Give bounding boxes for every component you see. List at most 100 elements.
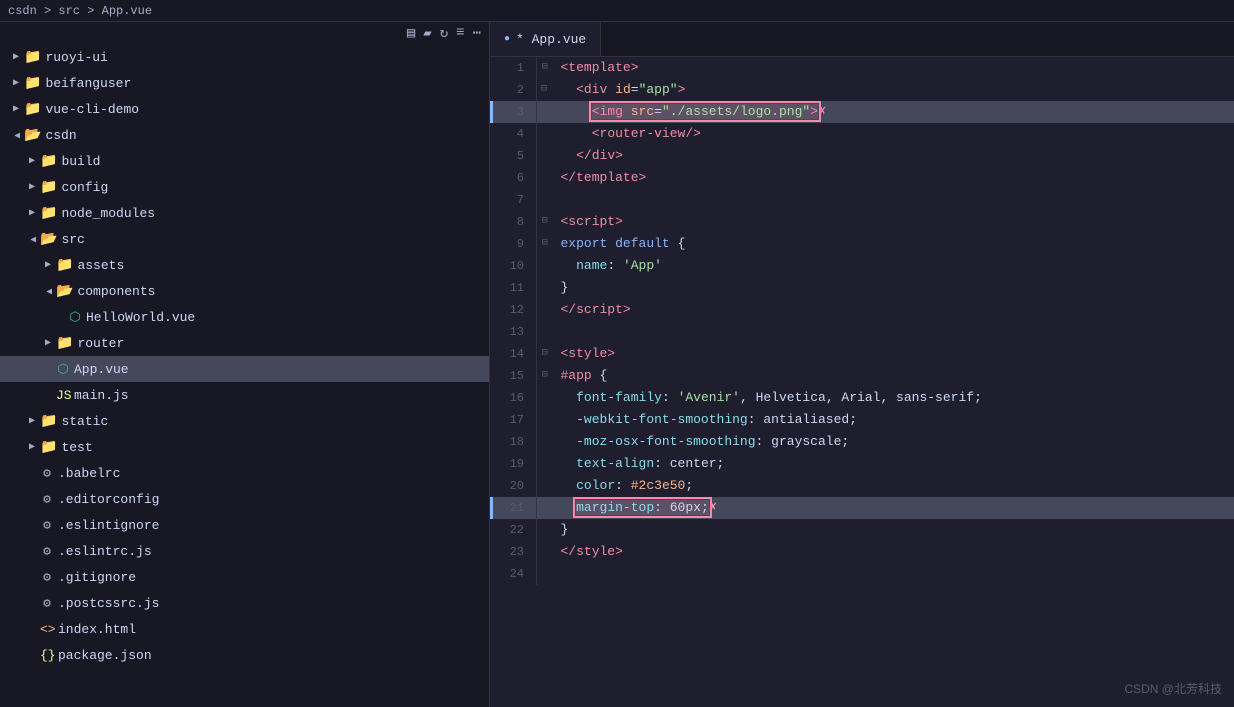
tree-item-ruoyi-ui[interactable]: ▶ 📁 ruoyi-ui xyxy=(0,44,489,70)
tree-label: static xyxy=(61,414,108,429)
fold-icon[interactable]: ⊟ xyxy=(537,211,553,233)
tree-item-eslintrc[interactable]: ⚙ .eslintrc.js xyxy=(0,538,489,564)
new-file-icon[interactable]: ▤ xyxy=(405,24,417,43)
tab-app-vue[interactable]: ● * App.vue xyxy=(490,22,601,56)
tree-item-src[interactable]: ▼ 📂 src xyxy=(0,226,489,252)
config-file-icon: ⚙ xyxy=(40,492,54,507)
line-number: 3 xyxy=(492,101,537,123)
fold-icon xyxy=(537,519,553,541)
line-content: </div> xyxy=(553,145,1234,167)
code-line-4: 4 <router-view/> xyxy=(492,123,1234,145)
folder-icon: 📁 xyxy=(24,101,41,118)
tree-label: .eslintrc.js xyxy=(58,544,152,559)
code-line-6: 6 </template> xyxy=(492,167,1234,189)
line-content: <img src="./assets/logo.png">✗ xyxy=(553,101,1234,123)
fold-icon xyxy=(537,321,553,343)
config-file-icon: ⚙ xyxy=(40,544,54,559)
code-line-21: 21 margin-top: 60px;✗ xyxy=(492,497,1234,519)
config-file-icon: ⚙ xyxy=(40,570,54,585)
line-number: 6 xyxy=(492,167,537,189)
tree-label: ruoyi-ui xyxy=(45,50,107,65)
arrow-icon: ▼ xyxy=(27,231,38,247)
line-content: -webkit-font-smoothing: antialiased; xyxy=(553,409,1234,431)
code-line-15: 15 ⊟ #app { xyxy=(492,365,1234,387)
arrow-icon: ▶ xyxy=(8,103,24,115)
line-content: font-family: 'Avenir', Helvetica, Arial,… xyxy=(553,387,1234,409)
line-number: 10 xyxy=(492,255,537,277)
tree-item-beifanguser[interactable]: ▶ 📁 beifanguser xyxy=(0,70,489,96)
fold-icon xyxy=(537,475,553,497)
tree-label: node_modules xyxy=(61,206,155,221)
tree-item-eslintignore[interactable]: ⚙ .eslintignore xyxy=(0,512,489,538)
arrow-icon: ▼ xyxy=(11,127,22,143)
main-layout: ▤ ▰ ↻ ≡ ⋯ ▶ 📁 ruoyi-ui ▶ 📁 beifanguser ▶… xyxy=(0,22,1234,707)
tree-item-gitignore[interactable]: ⚙ .gitignore xyxy=(0,564,489,590)
tree-item-config[interactable]: ▶ 📁 config xyxy=(0,174,489,200)
code-line-3: 3 <img src="./assets/logo.png">✗ xyxy=(492,101,1234,123)
line-content: <script> xyxy=(553,211,1234,233)
new-folder-icon[interactable]: ▰ xyxy=(421,24,433,43)
code-line-5: 5 </div> xyxy=(492,145,1234,167)
tree-item-index-html[interactable]: <> index.html xyxy=(0,616,489,642)
config-file-icon: ⚙ xyxy=(40,518,54,533)
refresh-icon[interactable]: ↻ xyxy=(438,24,450,43)
line-number: 5 xyxy=(492,145,537,167)
tree-label: test xyxy=(61,440,92,455)
tree-item-vue-cli-demo[interactable]: ▶ 📁 vue-cli-demo xyxy=(0,96,489,122)
cross-annotation-2: ✗ xyxy=(709,500,717,516)
line-content: export default { xyxy=(553,233,1234,255)
line-content: </style> xyxy=(553,541,1234,563)
tree-label: index.html xyxy=(58,622,136,637)
arrow-icon: ▼ xyxy=(43,283,54,299)
tree-item-router[interactable]: ▶ 📁 router xyxy=(0,330,489,356)
line-number: 18 xyxy=(492,431,537,453)
tree-item-static[interactable]: ▶ 📁 static xyxy=(0,408,489,434)
line-number: 2 xyxy=(492,79,537,101)
code-line-14: 14 ⊟ <style> xyxy=(492,343,1234,365)
fold-icon[interactable]: ⊟ xyxy=(537,57,553,79)
code-editor[interactable]: 1 ⊟ <template> 2 ⊟ <div id="app"> 3 xyxy=(490,57,1234,707)
tree-item-test[interactable]: ▶ 📁 test xyxy=(0,434,489,460)
arrow-icon: ▶ xyxy=(24,415,40,427)
tree-item-package-json[interactable]: {} package.json xyxy=(0,642,489,668)
tab-label: * App.vue xyxy=(516,32,586,47)
collapse-icon[interactable]: ≡ xyxy=(454,24,466,42)
tree-item-postcssrc[interactable]: ⚙ .postcssrc.js xyxy=(0,590,489,616)
folder-icon: 📁 xyxy=(24,75,41,92)
vue-file-icon: ⬡ xyxy=(68,310,82,325)
tree-item-csdn[interactable]: ▼ 📂 csdn xyxy=(0,122,489,148)
tree-item-helloworld[interactable]: ⬡ HelloWorld.vue xyxy=(0,304,489,330)
more-icon[interactable]: ⋯ xyxy=(471,24,483,43)
line-content xyxy=(553,189,1234,211)
tab-bar: ● * App.vue xyxy=(490,22,1234,57)
fold-icon[interactable]: ⊟ xyxy=(537,365,553,387)
tree-item-assets[interactable]: ▶ 📁 assets xyxy=(0,252,489,278)
fold-icon xyxy=(537,387,553,409)
line-content: } xyxy=(553,277,1234,299)
line-number: 1 xyxy=(492,57,537,79)
fold-icon[interactable]: ⊟ xyxy=(537,233,553,255)
fold-icon xyxy=(537,409,553,431)
config-file-icon: ⚙ xyxy=(40,596,54,611)
code-line-17: 17 -webkit-font-smoothing: antialiased; xyxy=(492,409,1234,431)
tree-item-main-js[interactable]: JS main.js xyxy=(0,382,489,408)
folder-open-icon: 📂 xyxy=(40,231,57,248)
fold-icon xyxy=(537,101,553,123)
code-line-10: 10 name: 'App' xyxy=(492,255,1234,277)
code-line-16: 16 font-family: 'Avenir', Helvetica, Ari… xyxy=(492,387,1234,409)
tree-item-babelrc[interactable]: ⚙ .babelrc xyxy=(0,460,489,486)
tree-item-app-vue[interactable]: ⬡ App.vue xyxy=(0,356,489,382)
fold-icon[interactable]: ⊟ xyxy=(537,79,553,101)
tree-item-editorconfig[interactable]: ⚙ .editorconfig xyxy=(0,486,489,512)
tree-item-node-modules[interactable]: ▶ 📁 node_modules xyxy=(0,200,489,226)
tree-label: components xyxy=(77,284,155,299)
tree-label: router xyxy=(77,336,124,351)
tree-item-components[interactable]: ▼ 📂 components xyxy=(0,278,489,304)
line-content: } xyxy=(553,519,1234,541)
fold-icon xyxy=(537,255,553,277)
tree-item-build[interactable]: ▶ 📁 build xyxy=(0,148,489,174)
line-content: margin-top: 60px;✗ xyxy=(553,497,1234,519)
tree-label: build xyxy=(61,154,100,169)
fold-icon[interactable]: ⊟ xyxy=(537,343,553,365)
code-line-1: 1 ⊟ <template> xyxy=(492,57,1234,79)
